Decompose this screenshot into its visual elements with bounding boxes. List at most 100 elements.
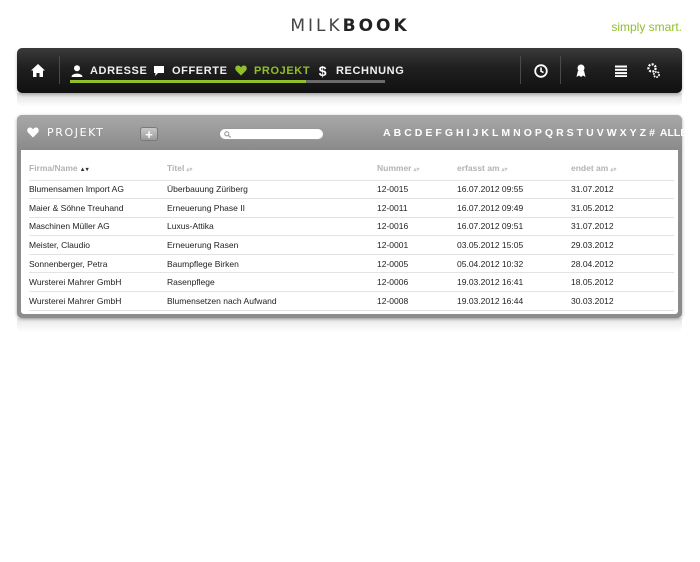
table-row[interactable]: Maschinen Müller AG Luxus-Attika 12-0016 16… (29, 217, 674, 237)
add-project-button[interactable]: + (140, 127, 158, 141)
table-cell: 16.07.2012 09:55 (457, 180, 571, 200)
column-header-titel[interactable]: Titel ▴▾ (167, 156, 377, 181)
table-cell: Maschinen Müller AG (29, 217, 167, 237)
table-row[interactable]: Wursterei Mahrer GmbH Rasenpflege 12-0006 1… (29, 272, 674, 293)
alphabet-letter-o[interactable]: O (523, 127, 533, 139)
ribbon-button[interactable] (562, 48, 600, 93)
logo-part-bold: BOOK (342, 16, 410, 36)
alphabet-letter-w[interactable]: W (606, 127, 618, 139)
projects-table-container: Firma/Name ▲▾ Titel ▴▾ Nummer ▴▾ erfasst am… (21, 150, 678, 314)
alphabet-letter-x[interactable]: X (619, 127, 628, 139)
alphabet-letter-j[interactable]: J (472, 127, 480, 139)
alphabet-letter-d[interactable]: D (414, 127, 424, 139)
main-navbar: ADRESSE OFFERTE PROJEKT $ RECHNUNG (17, 48, 682, 93)
table-cell: 16.07.2012 09:51 (457, 217, 571, 237)
alphabet-letter-g[interactable]: G (444, 127, 454, 139)
table-cell: 12-0005 (377, 254, 457, 274)
alphabet-letter-b[interactable]: B (393, 127, 403, 139)
logo-part-light: MILK (290, 16, 343, 36)
nav-item-label: ADRESSE (90, 64, 148, 77)
search-input[interactable] (231, 129, 321, 139)
alphabet-letter-s[interactable]: S (566, 127, 575, 139)
navbar-reflection (17, 93, 682, 107)
alphabet-letter-h[interactable]: H (455, 127, 465, 139)
alphabet-letter-k[interactable]: K (480, 127, 490, 139)
table-row[interactable]: Meister, Claudio Erneuerung Rasen 12-0001 0… (29, 235, 674, 255)
table-cell: 19.03.2012 16:44 (457, 291, 571, 311)
home-button[interactable] (17, 48, 59, 93)
alphabet-letter-q[interactable]: Q (544, 127, 554, 139)
table-row[interactable]: Wursterei Mahrer GmbH Blumensetzen nach A… (29, 291, 674, 311)
alphabet-letter-n[interactable]: N (512, 127, 522, 139)
table-cell: 28.04.2012 (571, 254, 674, 274)
table-row[interactable]: Maier & Söhne Treuhand Erneuerung Phase I… (29, 198, 674, 218)
panel-header: PROJEKT + A B C D E F G H I J K L M N O P Q R S T U V W X Y Z # ALL… (17, 115, 687, 150)
table-cell: 12-0016 (377, 217, 457, 237)
table-cell: Wursterei Mahrer GmbH (29, 272, 167, 293)
alphabet-letter-z[interactable]: Z (639, 127, 647, 139)
table-cell: Blumensetzen nach Aufwand (167, 291, 377, 311)
alphabet-letter-e[interactable]: E (424, 127, 433, 139)
nav-divider (560, 56, 561, 84)
nav-item-label: OFFERTE (172, 64, 228, 77)
ribbon-icon (576, 64, 586, 77)
table-cell: 30.03.2012 (571, 291, 674, 311)
dollar-icon: $ (318, 62, 328, 79)
table-cell: 12-0015 (377, 180, 457, 200)
nav-item-projekt[interactable]: PROJEKT (234, 48, 310, 93)
nav-item-rechnung[interactable]: $ RECHNUNG (316, 48, 404, 93)
alphabet-letter-alle[interactable]: ALLE (659, 127, 688, 139)
table-cell: 12-0011 (377, 198, 457, 218)
list-icon (615, 65, 627, 77)
alphabet-letter-u[interactable]: U (585, 127, 595, 139)
alphabet-letter-p[interactable]: P (534, 127, 543, 139)
speech-bubble-icon (152, 64, 166, 78)
alphabet-letter-i[interactable]: I (466, 127, 471, 139)
table-cell: 12-0001 (377, 235, 457, 255)
progress-fill (70, 80, 307, 83)
alphabet-letter-m[interactable]: M (500, 127, 511, 139)
nav-divider (59, 56, 60, 84)
panel-title-label: PROJEKT (47, 126, 105, 139)
alphabet-letter-v[interactable]: V (596, 127, 605, 139)
project-panel: PROJEKT + A B C D E F G H I J K L M N O P Q R S T U V W X Y Z # ALL… (17, 115, 687, 318)
alphabet-letter-c[interactable]: C (403, 127, 413, 139)
search-box (219, 128, 324, 140)
alphabet-letter-hash[interactable]: # (648, 127, 656, 139)
column-header-endet[interactable]: endet am ▴▾ (571, 156, 674, 181)
tagline: simply smart. (611, 20, 682, 34)
heart-icon (27, 127, 39, 138)
clock-icon (534, 63, 548, 78)
settings-button[interactable] (635, 48, 673, 93)
table-cell: 12-0006 (377, 272, 457, 293)
projects-table: Firma/Name ▲▾ Titel ▴▾ Nummer ▴▾ erfasst am… (29, 156, 674, 311)
alphabet-letter-l[interactable]: L (491, 127, 499, 139)
nav-item-adresse[interactable]: ADRESSE (70, 48, 147, 93)
alphabet-letter-r[interactable]: R (555, 127, 565, 139)
table-cell: Maier & Söhne Treuhand (29, 198, 167, 218)
history-button[interactable] (522, 48, 560, 93)
alphabet-letter-y[interactable]: Y (629, 127, 638, 139)
nav-item-offerte[interactable]: OFFERTE (152, 48, 228, 93)
table-cell: Wursterei Mahrer GmbH (29, 291, 167, 311)
column-header-firma[interactable]: Firma/Name ▲▾ (29, 156, 167, 181)
workflow-progress-bar (70, 80, 385, 83)
sort-icon: ▴▾ (610, 166, 617, 173)
table-row[interactable]: Sonnenberger, Petra Baumpflege Birken 12-0… (29, 254, 674, 274)
table-cell: Sonnenberger, Petra (29, 254, 167, 274)
column-header-erfasst[interactable]: erfasst am ▴▾ (457, 156, 571, 181)
column-header-nummer[interactable]: Nummer ▴▾ (377, 156, 457, 181)
table-cell: 31.07.2012 (571, 217, 674, 237)
sort-icon: ▴▾ (413, 166, 420, 173)
settings-icon (647, 62, 660, 78)
sort-icon: ▴▾ (186, 166, 193, 173)
heart-icon (234, 64, 248, 78)
alphabet-letter-a[interactable]: A (382, 127, 392, 139)
table-row[interactable]: Blumensamen Import AG Überbauung Züriberg… (29, 180, 674, 200)
table-cell: Überbauung Züriberg (167, 180, 377, 200)
panel-title: PROJEKT (27, 126, 104, 139)
alphabet-letter-f[interactable]: F (434, 127, 442, 139)
table-cell: 31.05.2012 (571, 198, 674, 218)
table-cell: Erneuerung Rasen (167, 235, 377, 255)
alphabet-letter-t[interactable]: T (576, 127, 584, 139)
